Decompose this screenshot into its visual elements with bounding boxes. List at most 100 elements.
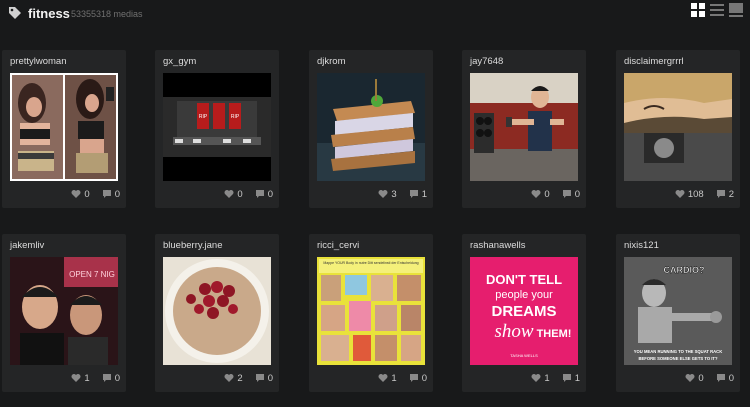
comment-icon[interactable] (255, 189, 265, 199)
post-stats: 0 0 (531, 188, 580, 200)
comment-icon[interactable] (716, 373, 726, 383)
photo-gym-stage: RIP RIP (163, 73, 271, 181)
post-username[interactable]: disclaimergrrrl (624, 56, 684, 67)
post-photo[interactable]: Mappe YOUR Body in nutre Ditt sendelinst… (317, 257, 425, 365)
comment-count: 0 (574, 188, 580, 200)
like-count: 108 (687, 188, 704, 200)
post-stats: 2 0 (224, 372, 273, 384)
photo-quote: DON'T TELL people your DREAMS show THEM!… (470, 257, 578, 365)
post-card[interactable]: jay7648 0 0 (462, 50, 586, 208)
post-username[interactable]: jay7648 (470, 56, 503, 67)
photo-mirror-selfie (12, 75, 116, 179)
post-username[interactable]: rashanawells (470, 240, 525, 251)
heart-icon[interactable] (224, 189, 234, 199)
post-photo[interactable] (163, 257, 271, 365)
heart-icon[interactable] (224, 373, 234, 383)
meme-bottom-text: YOU MEAN RUNNING TO THE SQUAT RACK (634, 349, 722, 354)
post-photo[interactable] (317, 73, 425, 181)
post-stats: 1 1 (531, 372, 580, 384)
like-count: 1 (391, 372, 397, 384)
like-count: 0 (698, 372, 704, 384)
post-username[interactable]: prettylwoman (10, 56, 67, 67)
photo-fitness-collage: Mappe YOUR Body in nutre Ditt sendelinst… (317, 257, 425, 365)
post-card[interactable]: disclaimergrrrl 108 2 (616, 50, 740, 208)
post-username[interactable]: ricci_cervi (317, 240, 359, 251)
like-count: 0 (544, 188, 550, 200)
quote-line: THEM! (537, 328, 572, 340)
grid-view-icon[interactable] (691, 3, 705, 17)
neon-sign-text: OPEN 7 NIG (69, 270, 115, 279)
meme-bottom-text: BEFORE SOMEONE ELSE GETS TO IT? (638, 356, 717, 361)
collage-caption: Mappe YOUR Body in nutre Ditt sendelinst… (323, 261, 418, 265)
comment-icon[interactable] (409, 373, 419, 383)
post-username[interactable]: djkrom (317, 56, 346, 67)
comment-count: 1 (574, 372, 580, 384)
post-card[interactable]: ricci_cervi Mappe YOUR Body in nutre Dit… (309, 234, 433, 392)
photo-meme: CARDIO? YOU MEAN RUNNING TO THE SQUAT RA… (624, 257, 732, 365)
heart-icon[interactable] (531, 373, 541, 383)
post-card[interactable]: blueberry.jane 2 0 (155, 234, 279, 392)
photo-oatmeal-cherries (163, 257, 271, 365)
post-stats: 0 0 (224, 188, 273, 200)
detail-view-icon[interactable] (729, 3, 743, 17)
post-card[interactable]: djkrom 3 1 (309, 50, 433, 208)
photo-night-selfie: OPEN 7 NIG (10, 257, 118, 365)
comment-count: 1 (421, 188, 427, 200)
post-photo[interactable]: CARDIO? YOU MEAN RUNNING TO THE SQUAT RA… (624, 257, 732, 365)
heart-icon[interactable] (675, 189, 685, 199)
post-card[interactable]: rashanawells DON'T TELL people your DREA… (462, 234, 586, 392)
post-photo[interactable] (10, 73, 118, 181)
comment-icon[interactable] (562, 189, 572, 199)
comment-icon[interactable] (102, 373, 112, 383)
post-username[interactable]: blueberry.jane (163, 240, 223, 251)
post-stats: 0 0 (685, 372, 734, 384)
post-card[interactable]: jakemliv OPEN 7 NIG 1 0 (2, 234, 126, 392)
list-view-icon[interactable] (710, 3, 724, 17)
comment-count: 0 (728, 372, 734, 384)
post-stats: 1 0 (71, 372, 120, 384)
heart-icon[interactable] (71, 373, 81, 383)
quote-line: show (494, 321, 533, 342)
comment-count: 0 (267, 372, 273, 384)
post-photo[interactable]: OPEN 7 NIG (10, 257, 118, 365)
post-stats: 3 1 (378, 188, 427, 200)
like-count: 0 (237, 188, 243, 200)
comment-count: 0 (267, 188, 273, 200)
photo-sandwich (317, 73, 425, 181)
quote-signature: TASHA WELLS (510, 353, 538, 358)
comment-icon[interactable] (716, 189, 726, 199)
tag-icon (9, 7, 21, 19)
post-card[interactable]: nixis121 CARDIO? YOU MEAN RUNNING TO THE… (616, 234, 740, 392)
post-photo[interactable] (624, 73, 732, 181)
post-card[interactable]: gx_gym RIP RIP 0 0 (155, 50, 279, 208)
comment-icon[interactable] (409, 189, 419, 199)
post-photo[interactable]: DON'T TELL people your DREAMS show THEM!… (470, 257, 578, 365)
banner-text: RIP (231, 114, 240, 120)
post-photo[interactable] (470, 73, 578, 181)
like-count: 2 (237, 372, 243, 384)
banner-text: RIP (199, 114, 208, 120)
like-count: 0 (84, 188, 90, 200)
photo-gym-man (470, 73, 578, 181)
media-count: 53355318 medias (71, 9, 143, 19)
post-username[interactable]: gx_gym (163, 56, 196, 67)
comment-icon[interactable] (102, 189, 112, 199)
heart-icon[interactable] (71, 189, 81, 199)
heart-icon[interactable] (685, 373, 695, 383)
comment-icon[interactable] (562, 373, 572, 383)
comment-icon[interactable] (255, 373, 265, 383)
post-username[interactable]: jakemliv (10, 240, 44, 251)
post-card[interactable]: prettylwoman 0 0 (2, 50, 126, 208)
tag-title: fitness (28, 6, 70, 21)
like-count: 1 (544, 372, 550, 384)
quote-line: people your (495, 289, 553, 301)
post-username[interactable]: nixis121 (624, 240, 659, 251)
post-photo[interactable]: RIP RIP (163, 73, 271, 181)
quote-line: DREAMS (491, 303, 556, 320)
heart-icon[interactable] (378, 373, 388, 383)
heart-icon[interactable] (378, 189, 388, 199)
post-stats: 108 2 (675, 188, 734, 200)
meme-top-text: CARDIO? (664, 265, 705, 275)
like-count: 1 (84, 372, 90, 384)
heart-icon[interactable] (531, 189, 541, 199)
